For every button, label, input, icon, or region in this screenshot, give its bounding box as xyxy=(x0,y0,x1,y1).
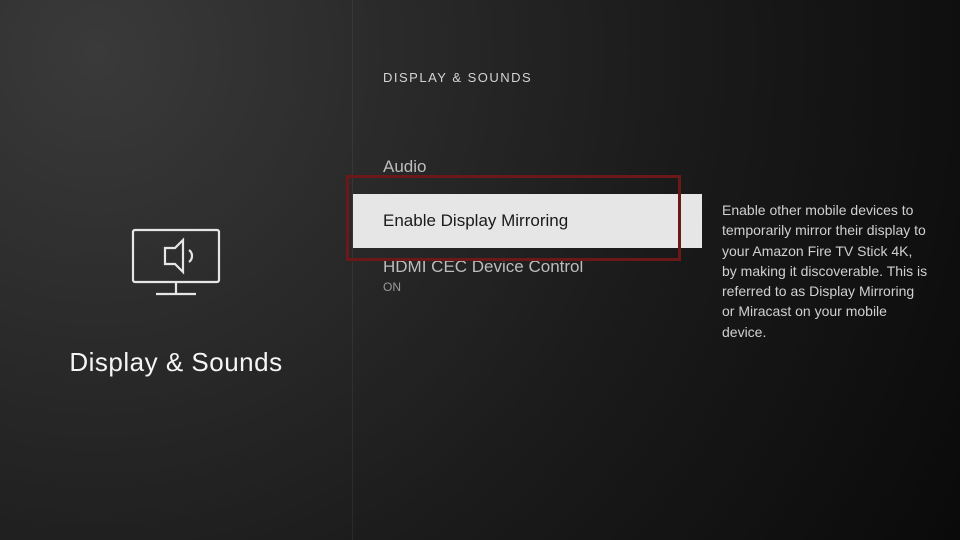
menu-item-label: Enable Display Mirroring xyxy=(383,211,692,231)
menu-item-hdmi-cec-device-control[interactable]: HDMI CEC Device Control ON xyxy=(383,248,682,302)
menu-list: Audio Enable Display Mirroring HDMI CEC … xyxy=(383,140,682,302)
category-title: Display & Sounds xyxy=(69,347,282,378)
menu-panel: DISPLAY & SOUNDS Audio Enable Display Mi… xyxy=(352,0,682,540)
menu-item-status: ON xyxy=(383,280,682,294)
menu-item-label: HDMI CEC Device Control xyxy=(383,257,682,277)
option-description: Enable other mobile devices to temporari… xyxy=(722,200,930,342)
menu-item-enable-display-mirroring[interactable]: Enable Display Mirroring xyxy=(353,194,702,248)
tv-speaker-icon xyxy=(121,222,231,307)
description-panel: Enable other mobile devices to temporari… xyxy=(682,0,960,540)
menu-item-audio[interactable]: Audio xyxy=(383,140,682,194)
menu-item-label: Audio xyxy=(383,157,682,177)
breadcrumb: DISPLAY & SOUNDS xyxy=(383,70,682,85)
category-panel: Display & Sounds xyxy=(0,0,352,540)
